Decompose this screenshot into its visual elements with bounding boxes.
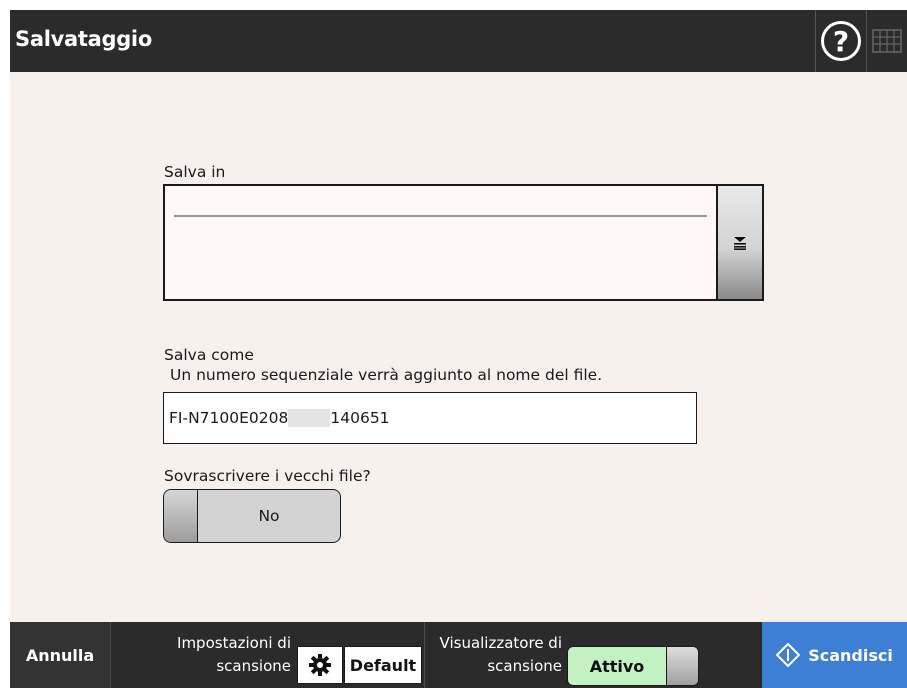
file-name-suffix: 140651	[330, 409, 390, 427]
gear-icon	[309, 654, 331, 676]
keyboard-button[interactable]	[867, 10, 907, 72]
file-name-field[interactable]: FI-N7100E0208 140651	[163, 392, 697, 444]
scan-viewer-toggle[interactable]: Attivo	[567, 646, 699, 686]
scan-settings-caption-line1: Impostazioni di	[177, 634, 291, 652]
scan-button[interactable]: Scandisci	[762, 622, 907, 688]
save-settings-window: Salvataggio ? Salva in Salva come Un num…	[10, 10, 907, 688]
toggle-knob	[164, 490, 198, 542]
footer-divider	[424, 622, 425, 688]
overwrite-toggle-value: No	[258, 507, 280, 525]
page-title: Salvataggio	[15, 27, 152, 51]
help-circle-icon: ?	[821, 21, 861, 61]
file-name-prefix: FI-N7100E0208	[169, 409, 289, 427]
scan-settings-caption-line2: scansione	[216, 657, 291, 675]
scan-viewer-toggle-value: Attivo	[589, 656, 645, 676]
save-as-hint: Un numero sequenziale verrà aggiunto al …	[170, 366, 603, 384]
help-button[interactable]: ?	[816, 10, 866, 72]
footer-bar: Annulla Impostazioni di scansione Defaul…	[10, 622, 907, 688]
scan-diamond-icon	[776, 643, 801, 667]
save-in-label: Salva in	[164, 163, 226, 181]
save-in-path-line	[174, 215, 707, 217]
footer-divider	[110, 622, 111, 688]
save-in-box[interactable]	[163, 184, 764, 301]
viewer-caption-line2: scansione	[487, 657, 562, 675]
header-bar: Salvataggio ?	[10, 10, 907, 72]
overwrite-toggle[interactable]: No	[163, 489, 341, 543]
scan-settings-gear-button[interactable]	[297, 646, 343, 684]
keyboard-icon	[872, 29, 902, 53]
scan-settings-value-button[interactable]: Default	[344, 646, 422, 684]
viewer-caption-line1: Visualizzatore di	[439, 634, 562, 652]
toggle-knob	[666, 647, 698, 685]
scan-button-label: Scandisci	[808, 645, 893, 665]
cancel-button[interactable]: Annulla	[10, 622, 110, 688]
overwrite-label: Sovrascrivere i vecchi file?	[164, 467, 371, 485]
save-in-expand-button[interactable]	[716, 186, 762, 299]
redacted-segment	[288, 409, 331, 427]
save-as-label: Salva come	[164, 346, 254, 364]
expand-list-icon	[734, 236, 746, 250]
